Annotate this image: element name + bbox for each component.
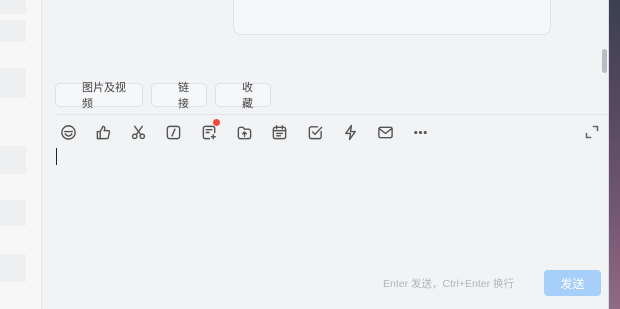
favorites-button[interactable]: 收藏 xyxy=(215,81,271,110)
quick-actions: 图片及视频 链接 收藏 xyxy=(55,81,271,110)
conversation-list-strip xyxy=(0,0,42,309)
slash-command-icon[interactable] xyxy=(163,122,185,142)
media-button-label: 图片及视频 xyxy=(82,81,126,110)
list-row[interactable] xyxy=(0,68,26,98)
message-bubble xyxy=(233,0,551,35)
scrollbar-thumb[interactable] xyxy=(602,49,607,73)
send-button[interactable]: 发送 xyxy=(544,270,601,296)
list-row[interactable] xyxy=(0,254,26,282)
mail-icon[interactable] xyxy=(375,122,397,142)
more-icon[interactable] xyxy=(410,122,432,142)
task-check-icon[interactable] xyxy=(304,122,326,142)
favorites-button-label: 收藏 xyxy=(242,81,253,110)
chat-main: 图片及视频 链接 收藏 Enter 发送，Ctrl+Enter 换行 发送 xyxy=(43,0,609,309)
list-row[interactable] xyxy=(0,146,26,174)
composer-toolbar xyxy=(57,119,445,142)
expand-icon[interactable] xyxy=(583,123,601,141)
text-caret xyxy=(56,148,57,165)
emoji-icon[interactable] xyxy=(57,122,79,142)
message-input[interactable] xyxy=(55,146,603,256)
list-row[interactable] xyxy=(0,20,26,42)
media-button[interactable]: 图片及视频 xyxy=(55,81,143,110)
notification-badge xyxy=(213,119,221,126)
toolbar-divider xyxy=(55,114,609,115)
calendar-icon[interactable] xyxy=(269,122,291,142)
list-row[interactable] xyxy=(0,200,26,226)
doc-add-icon[interactable] xyxy=(198,119,221,142)
link-button[interactable]: 链接 xyxy=(151,81,207,110)
send-hint: Enter 发送，Ctrl+Enter 换行 xyxy=(383,278,514,290)
upload-folder-icon[interactable] xyxy=(233,122,255,142)
list-row[interactable] xyxy=(0,0,26,14)
scissors-icon[interactable] xyxy=(128,122,150,142)
thumbs-up-icon[interactable] xyxy=(92,122,114,142)
lightning-icon[interactable] xyxy=(339,122,361,142)
desktop-background-edge xyxy=(609,0,620,309)
link-button-label: 链接 xyxy=(178,81,189,110)
